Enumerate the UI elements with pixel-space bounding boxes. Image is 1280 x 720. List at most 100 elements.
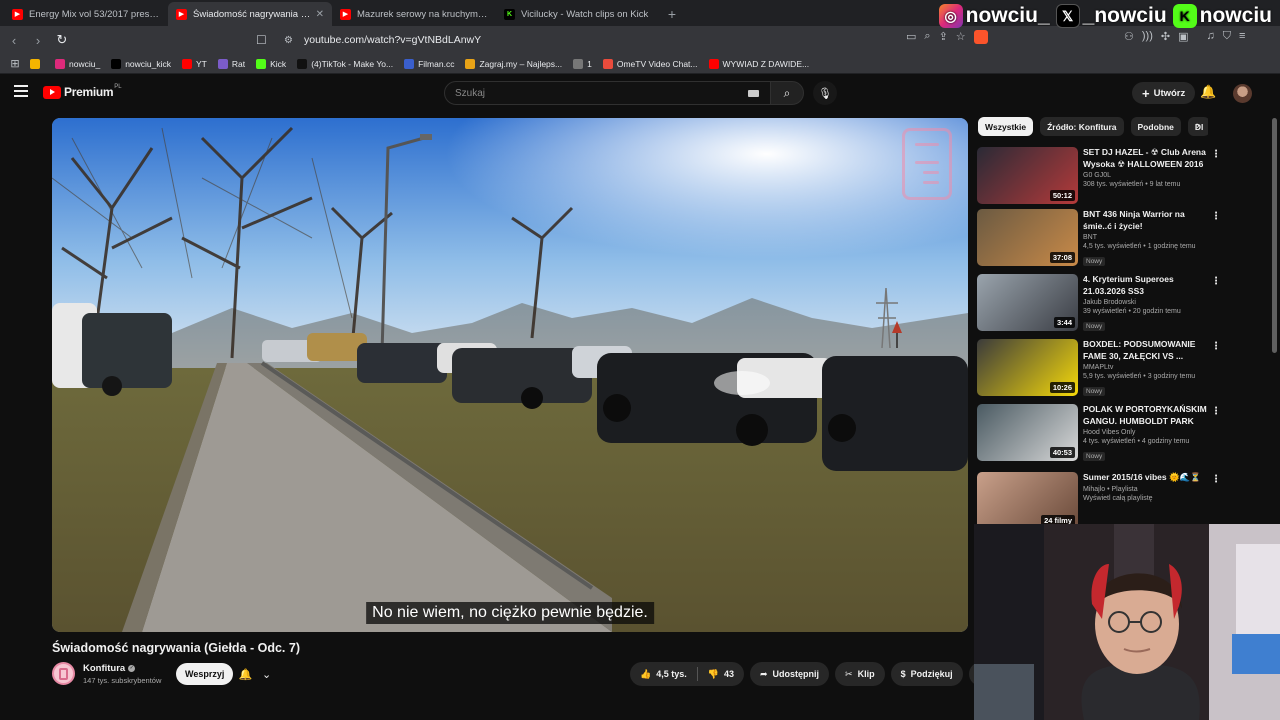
bookmark-item[interactable]: Filman.cc <box>404 58 454 69</box>
media-icon[interactable]: ♫ <box>1207 30 1215 43</box>
notifications-bell-icon[interactable]: 🔔 <box>1200 84 1216 100</box>
browser-tab[interactable]: ▶ Świadomość nagrywania (Giełda ✕ <box>168 2 332 26</box>
recommendation-item[interactable]: 50:12 SET DJ HAZEL - ☢ Club Arena Wysoka … <box>977 147 1227 205</box>
close-tab-icon[interactable]: ✕ <box>316 9 324 20</box>
thanks-button[interactable]: $ Podziękuj <box>890 662 963 686</box>
extension-icon[interactable]: ⚇ <box>1124 30 1134 43</box>
bookmark-favicon-icon <box>182 58 193 69</box>
back-button[interactable]: ‹ <box>4 30 24 50</box>
channel-name[interactable]: Konfitura <box>83 663 125 674</box>
bookmark-item[interactable]: Zagraj.my – Najleps... <box>465 58 563 69</box>
recommendation-channel[interactable]: Jakub Brodowski <box>1083 299 1207 306</box>
channel-avatar[interactable] <box>52 662 75 685</box>
recommendation-channel[interactable]: Mihajlo • Playlista <box>1083 486 1207 493</box>
support-button[interactable]: Wesprzyj <box>176 663 234 685</box>
more-vertical-icon[interactable]: ⋮ <box>1211 211 1221 222</box>
bookmark-label: Zagraj.my – Najleps... <box>479 58 563 69</box>
bookmark-item[interactable] <box>30 58 44 69</box>
more-vertical-icon[interactable]: ⋮ <box>1211 406 1221 417</box>
recommendation-title[interactable]: BNT 436 Ninja Warrior na śmie..ć i życie… <box>1083 209 1207 232</box>
filter-chip[interactable]: Wszystkie <box>978 117 1034 136</box>
recommendation-channel[interactable]: G0 GJ0L <box>1083 172 1207 179</box>
keyboard-icon[interactable] <box>748 90 759 97</box>
bookmark-item[interactable]: OmeTV Video Chat... <box>602 58 698 69</box>
translate-icon[interactable]: ))) <box>1142 30 1153 43</box>
video-thumbnail[interactable]: 24 filmy <box>977 472 1078 529</box>
like-button[interactable]: 👍 4,5 tys. <box>630 662 697 686</box>
more-vertical-icon[interactable]: ⋮ <box>1211 341 1221 352</box>
dislike-button[interactable]: 👎 43 <box>698 662 744 686</box>
vpn-shield-icon[interactable]: ⛉ <box>1223 30 1231 43</box>
subscription-bell-button[interactable]: 🔔 ⌄ <box>234 663 276 685</box>
create-label: Utwórz <box>1153 87 1186 99</box>
sidebar-icon[interactable]: ▣ <box>1178 30 1188 43</box>
search-button[interactable]: ⌕ <box>770 81 804 105</box>
video-thumbnail[interactable]: 37:08 <box>977 209 1078 266</box>
browser-tab[interactable]: ▶ Energy Mix vol 53/2017 pres Tho <box>4 2 168 26</box>
bookmark-item[interactable]: 1 <box>573 58 592 69</box>
browser-tab[interactable]: K Vicilucky - Watch clips on Kick <box>496 2 660 26</box>
brave-shield-icon[interactable] <box>973 30 988 44</box>
channel-watermark-icon[interactable] <box>902 128 952 200</box>
recommendation-item[interactable]: 3:44 4. Kryterium Superoes 21.03.2026 SS3… <box>977 274 1227 332</box>
forward-button[interactable]: › <box>28 30 48 50</box>
apps-grid-icon[interactable]: ⊞ <box>0 57 30 70</box>
bookmark-item[interactable]: nowciu_kick <box>111 58 171 69</box>
youtube-logo[interactable]: Premium PL <box>43 84 122 99</box>
recommendation-title[interactable]: POLAK W PORTORYKAŃSKIM GANGU. HUMBOLDT P… <box>1083 404 1207 427</box>
recommendation-title[interactable]: BOXDEL: PODSUMOWANIE FAME 30, ZAŁĘCKI VS… <box>1083 339 1207 362</box>
account-avatar[interactable] <box>1233 84 1252 103</box>
bookmark-item[interactable]: YT <box>182 58 207 69</box>
video-thumbnail[interactable]: 40:53 <box>977 404 1078 461</box>
youtube-favicon-icon: ▶ <box>12 8 23 20</box>
bookmark-item[interactable]: Kick <box>256 58 286 69</box>
recommendation-channel[interactable]: BNT <box>1083 234 1207 241</box>
menu-icon[interactable]: ≡ <box>1239 30 1245 43</box>
url-text[interactable]: youtube.com/watch?v=gVtNBdLAnwY <box>304 34 481 46</box>
recommendation-channel[interactable]: MMAPLtv <box>1083 364 1207 371</box>
recommendation-title[interactable]: 4. Kryterium Superoes 21.03.2026 SS3 <box>1083 274 1207 297</box>
bookmark-item[interactable]: nowciu_ <box>55 58 100 69</box>
voice-search-button[interactable]: 🎙 <box>813 81 837 105</box>
recommendation-item[interactable]: 37:08 BNT 436 Ninja Warrior na śmie..ć i … <box>977 209 1227 267</box>
more-vertical-icon[interactable]: ⋮ <box>1211 276 1221 287</box>
bookmark-star-icon[interactable]: ☐ <box>256 33 276 47</box>
recommendation-item[interactable]: 24 filmy Sumer 2015/16 vibes 🌞🌊⏳ Mihajlo •… <box>977 472 1227 530</box>
recommendation-title[interactable]: Sumer 2015/16 vibes 🌞🌊⏳ <box>1083 472 1207 484</box>
video-thumbnail[interactable]: 50:12 <box>977 147 1078 204</box>
clip-button[interactable]: ✂ Klip <box>835 662 885 686</box>
video-thumbnail[interactable]: 10:26 <box>977 339 1078 396</box>
scissors-icon: ✂ <box>845 668 853 679</box>
share-page-icon[interactable]: ⇪ <box>939 30 948 44</box>
bookmark-item[interactable]: Rat <box>217 58 245 69</box>
share-button[interactable]: ➦ Udostępnij <box>749 662 830 686</box>
zoom-icon[interactable]: ⌕ <box>924 30 930 44</box>
video-player[interactable]: No nie wiem, no ciężko pewnie będzie. <box>52 118 968 632</box>
bookmark-item[interactable]: (4)TikTok - Make Yo... <box>297 58 393 69</box>
recommendation-item[interactable]: 10:26 BOXDEL: PODSUMOWANIE FAME 30, ZAŁĘC… <box>977 339 1227 397</box>
omnibox[interactable]: ☐ ⚙ youtube.com/watch?v=gVtNBdLAnwY <box>256 29 996 51</box>
browser-tab[interactable]: ▶ Mazurek serowy na kruchym spodzi <box>332 2 496 26</box>
reload-button[interactable]: ↻ <box>52 30 72 50</box>
star-icon[interactable]: ☆ <box>956 30 966 44</box>
recommendation-item[interactable]: 40:53 POLAK W PORTORYKAŃSKIM GANGU. HUMBO… <box>977 404 1227 462</box>
search-input[interactable]: Szukaj <box>444 81 772 105</box>
filter-chip[interactable]: Podobne <box>1130 117 1181 136</box>
new-tab-button[interactable]: + <box>660 2 684 26</box>
site-info-icon[interactable]: ⚙ <box>284 35 302 46</box>
recommendation-title[interactable]: SET DJ HAZEL - ☢ Club Arena Wysoka ☢ HAL… <box>1083 147 1207 170</box>
more-vertical-icon[interactable]: ⋮ <box>1211 149 1221 160</box>
chevron-right-icon[interactable]: › <box>1196 120 1200 132</box>
video-thumbnail[interactable]: 3:44 <box>977 274 1078 331</box>
youtube-favicon-icon: ▶ <box>340 8 351 20</box>
cast-icon[interactable]: ▭ <box>906 30 916 44</box>
duration-badge: 50:12 <box>1049 190 1075 201</box>
page-scrollbar[interactable] <box>1272 118 1277 353</box>
guide-menu-icon[interactable] <box>14 85 28 97</box>
bookmark-item[interactable]: WYWIAD Z DAWIDE... <box>708 58 809 69</box>
create-button[interactable]: + Utwórz <box>1132 82 1196 104</box>
recommendation-channel[interactable]: Hood Vibes Only <box>1083 429 1207 436</box>
filter-chip[interactable]: Źródło: Konfitura <box>1040 117 1124 136</box>
more-vertical-icon[interactable]: ⋮ <box>1211 474 1221 485</box>
extensions-puzzle-icon[interactable]: ✣ <box>1161 30 1170 43</box>
